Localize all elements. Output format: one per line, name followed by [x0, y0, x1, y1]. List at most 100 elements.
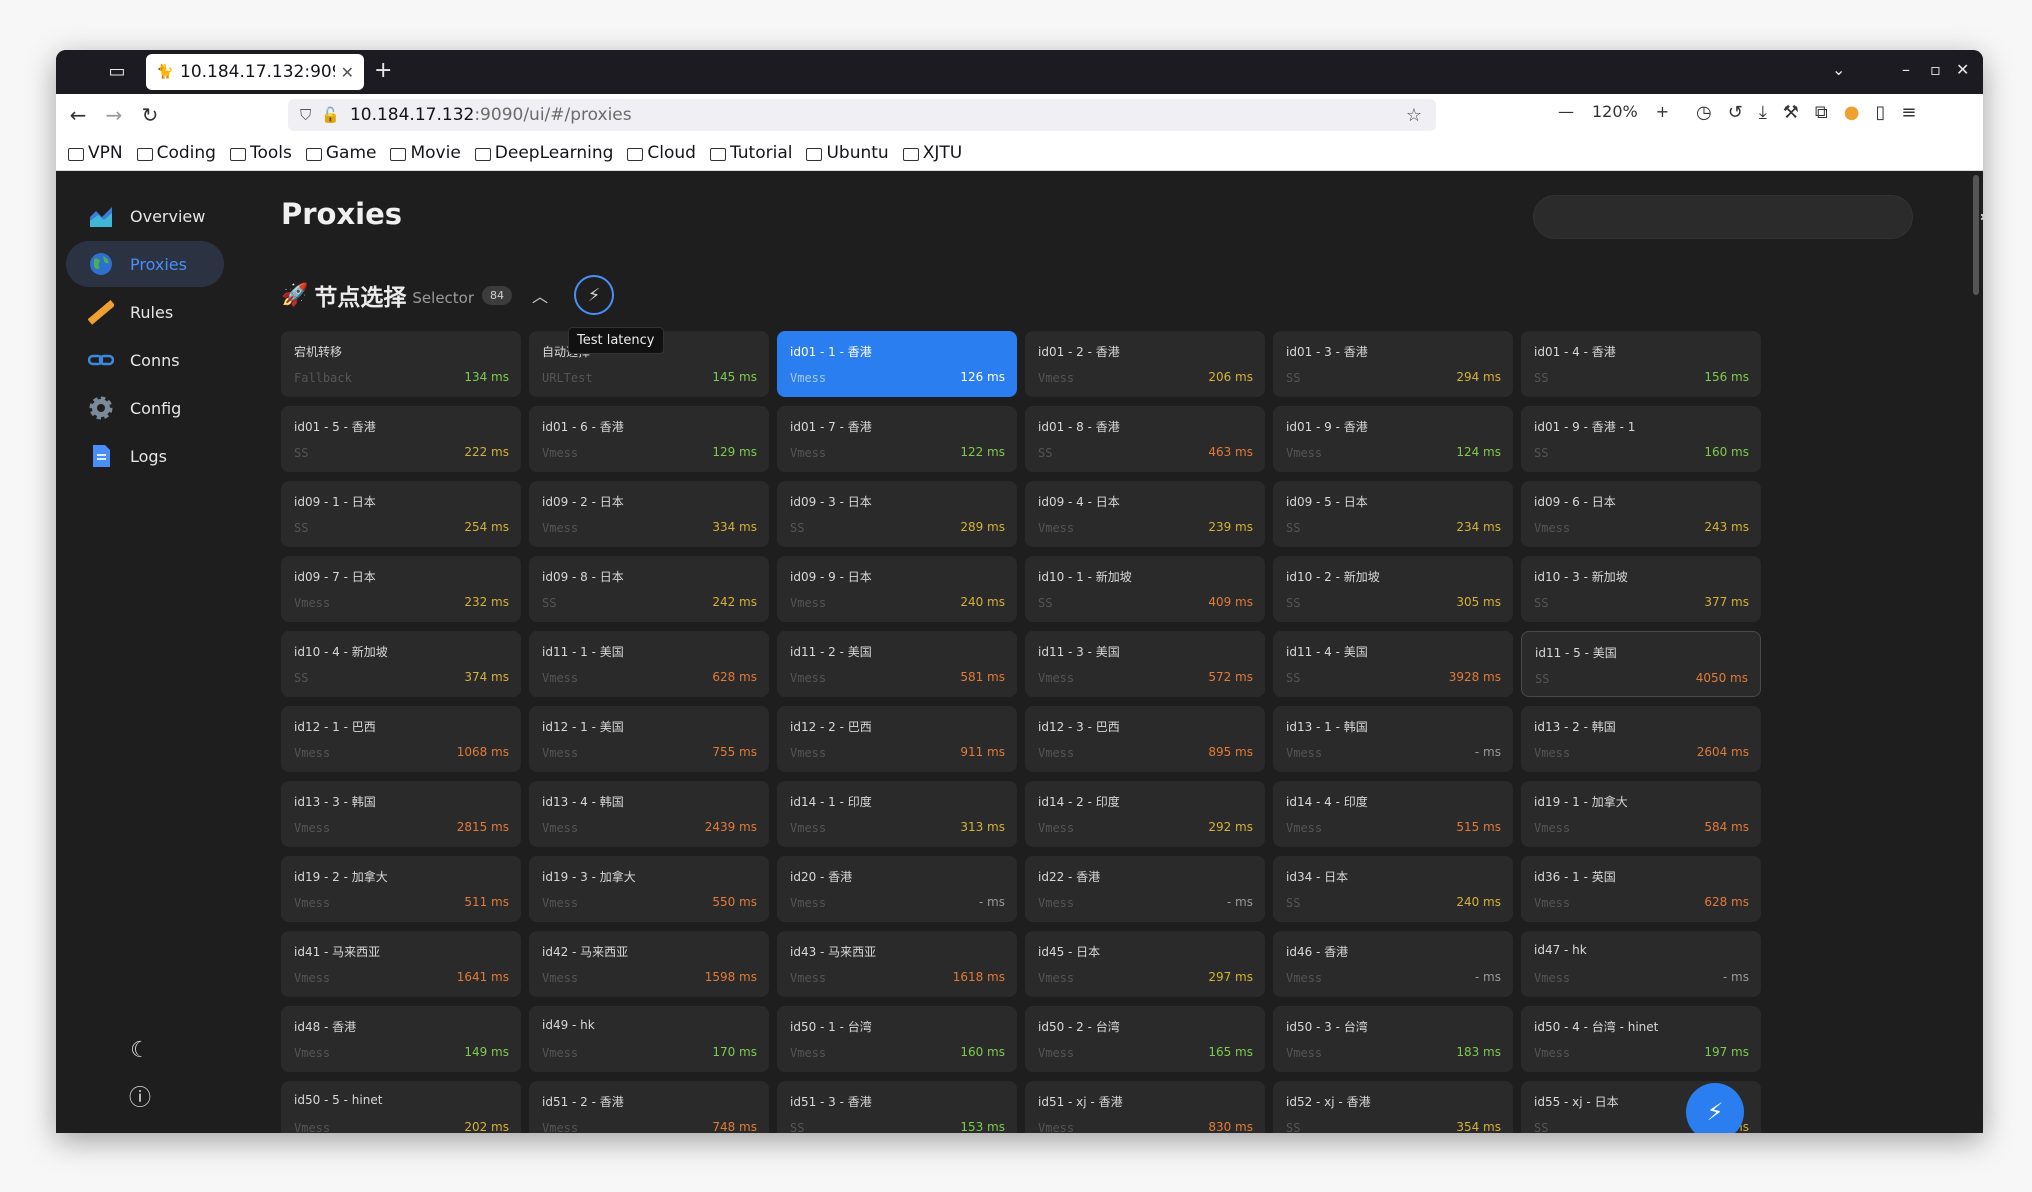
reload-icon[interactable]: ↻	[136, 101, 164, 129]
proxy-card[interactable]: id01 - 7 - 香港 Vmess 122 ms	[777, 406, 1017, 472]
proxy-card[interactable]: id41 - 马来西亚 Vmess 1641 ms	[281, 931, 521, 997]
back-icon[interactable]: ←	[64, 101, 92, 129]
proxy-card[interactable]: id14 - 4 - 印度 Vmess 515 ms	[1273, 781, 1513, 847]
proxy-card[interactable]: id09 - 5 - 日本 SS 234 ms	[1273, 481, 1513, 547]
reader-icon[interactable]: ▯	[1876, 102, 1886, 123]
proxy-card[interactable]: id51 - 2 - 香港 Vmess 748 ms	[529, 1081, 769, 1133]
about-info-icon[interactable]: ⓘ	[128, 1087, 152, 1111]
zoom-level[interactable]: 120%	[1592, 102, 1638, 121]
proxy-card[interactable]: id11 - 4 - 美国 SS 3928 ms	[1273, 631, 1513, 697]
proxy-card[interactable]: id11 - 5 - 美国 SS 4050 ms	[1521, 631, 1761, 697]
proxy-card[interactable]: id11 - 1 - 美国 Vmess 628 ms	[529, 631, 769, 697]
menu-icon[interactable]: ≡	[1901, 102, 1916, 123]
sidebar-item-proxies[interactable]: Proxies	[66, 241, 224, 287]
proxy-card[interactable]: 宕机转移 Fallback 134 ms	[281, 331, 521, 397]
browser-tab[interactable]: 🐈 10.184.17.132:9090 - y ✕	[146, 54, 364, 90]
proxy-card[interactable]: id09 - 7 - 日本 Vmess 232 ms	[281, 556, 521, 622]
proxy-card[interactable]: id01 - 9 - 香港 Vmess 124 ms	[1273, 406, 1513, 472]
proxy-card[interactable]: id48 - 香港 Vmess 149 ms	[281, 1006, 521, 1072]
proxy-card[interactable]: id10 - 3 - 新加坡 SS 377 ms	[1521, 556, 1761, 622]
test-latency-button[interactable]: ⚡	[574, 275, 615, 315]
tab-overflow-chevron-icon[interactable]: ⌄	[1832, 60, 1845, 79]
proxy-card[interactable]: id09 - 8 - 日本 SS 242 ms	[529, 556, 769, 622]
proxy-card[interactable]: id01 - 9 - 香港 - 1 SS 160 ms	[1521, 406, 1761, 472]
bookmark-folder[interactable]: Tutorial	[709, 143, 792, 163]
proxy-card[interactable]: id09 - 3 - 日本 SS 289 ms	[777, 481, 1017, 547]
shield-icon[interactable]: ⛉	[300, 106, 311, 124]
sidebar-item-conns[interactable]: Conns	[66, 337, 224, 383]
proxy-card[interactable]: id14 - 2 - 印度 Vmess 292 ms	[1025, 781, 1265, 847]
proxy-card[interactable]: id09 - 4 - 日本 Vmess 239 ms	[1025, 481, 1265, 547]
proxy-card[interactable]: id09 - 9 - 日本 Vmess 240 ms	[777, 556, 1017, 622]
bookmark-folder[interactable]: Movie	[390, 143, 461, 163]
proxy-card[interactable]: id09 - 2 - 日本 Vmess 334 ms	[529, 481, 769, 547]
history-icon[interactable]: ◷	[1696, 102, 1712, 123]
proxy-card[interactable]: id11 - 3 - 美国 Vmess 572 ms	[1025, 631, 1265, 697]
minimize-icon[interactable]: –	[1902, 60, 1910, 79]
proxy-card[interactable]: id34 - 日本 SS 240 ms	[1273, 856, 1513, 922]
bookmark-star-icon[interactable]: ☆	[1406, 105, 1422, 126]
proxy-card[interactable]: id47 - hk Vmess - ms	[1521, 931, 1761, 997]
proxy-card[interactable]: id01 - 3 - 香港 SS 294 ms	[1273, 331, 1513, 397]
close-tab-icon[interactable]: ✕	[341, 63, 354, 82]
proxy-card[interactable]: id50 - 3 - 台湾 Vmess 183 ms	[1273, 1006, 1513, 1072]
proxy-card[interactable]: id09 - 1 - 日本 SS 254 ms	[281, 481, 521, 547]
proxy-card[interactable]: id13 - 2 - 韩国 Vmess 2604 ms	[1521, 706, 1761, 772]
zoom-in-icon[interactable]: +	[1656, 102, 1669, 121]
proxy-card[interactable]: id49 - hk Vmess 170 ms	[529, 1006, 769, 1072]
tab-list-icon[interactable]: ▭	[102, 58, 132, 86]
proxy-card[interactable]: id50 - 5 - hinet Vmess 202 ms	[281, 1081, 521, 1133]
proxy-card[interactable]: id12 - 1 - 美国 Vmess 755 ms	[529, 706, 769, 772]
proxy-card[interactable]: id01 - 4 - 香港 SS 156 ms	[1521, 331, 1761, 397]
proxy-card[interactable]: id11 - 2 - 美国 Vmess 581 ms	[777, 631, 1017, 697]
sidebar-item-config[interactable]: Config	[66, 385, 224, 431]
url-bar[interactable]: ⛉ 🔓 10.184.17.132:9090/ui/#/proxies ☆	[288, 99, 1436, 131]
bookmark-folder[interactable]: DeepLearning	[474, 143, 613, 163]
settings-sliders-icon[interactable]: ⚙	[1979, 205, 1983, 229]
close-window-icon[interactable]: ✕	[1956, 60, 1969, 79]
bookmark-folder[interactable]: XJTU	[902, 143, 962, 163]
new-tab-icon[interactable]: +	[374, 58, 392, 83]
proxy-card[interactable]: id10 - 1 - 新加坡 SS 409 ms	[1025, 556, 1265, 622]
collapse-chevron-icon[interactable]: ︿	[532, 283, 548, 307]
proxy-card[interactable]: id19 - 3 - 加拿大 Vmess 550 ms	[529, 856, 769, 922]
proxy-extension-icon[interactable]: ⚒	[1783, 102, 1799, 123]
bookmark-folder[interactable]: Game	[305, 143, 376, 163]
proxy-card[interactable]: id52 - xj - 香港 SS 354 ms	[1273, 1081, 1513, 1133]
proxy-card[interactable]: id45 - 日本 Vmess 297 ms	[1025, 931, 1265, 997]
proxy-card[interactable]: id50 - 4 - 台湾 - hinet Vmess 197 ms	[1521, 1006, 1761, 1072]
proxy-card[interactable]: id01 - 1 - 香港 Vmess 126 ms	[777, 331, 1017, 397]
proxy-card[interactable]: id51 - 3 - 香港 SS 153 ms	[777, 1081, 1017, 1133]
proxy-card[interactable]: id13 - 3 - 韩国 Vmess 2815 ms	[281, 781, 521, 847]
insecure-lock-icon[interactable]: 🔓	[321, 106, 340, 124]
undo-history-icon[interactable]: ↺	[1728, 102, 1743, 123]
addon-icon[interactable]: ●	[1844, 102, 1860, 123]
proxy-card[interactable]: id12 - 1 - 巴西 Vmess 1068 ms	[281, 706, 521, 772]
proxy-card[interactable]: id13 - 4 - 韩国 Vmess 2439 ms	[529, 781, 769, 847]
bookmark-folder[interactable]: Coding	[136, 143, 216, 163]
proxy-card[interactable]: id10 - 4 - 新加坡 SS 374 ms	[281, 631, 521, 697]
sidebar-item-overview[interactable]: Overview	[66, 193, 224, 239]
search-input[interactable]	[1533, 195, 1913, 239]
test-all-latency-fab[interactable]: ⚡	[1686, 1083, 1744, 1133]
zoom-out-icon[interactable]: —	[1558, 102, 1574, 121]
proxy-card[interactable]: id12 - 2 - 巴西 Vmess 911 ms	[777, 706, 1017, 772]
sidebar-item-logs[interactable]: Logs	[66, 433, 224, 479]
proxy-card[interactable]: id51 - xj - 香港 Vmess 830 ms	[1025, 1081, 1265, 1133]
proxy-card[interactable]: id14 - 1 - 印度 Vmess 313 ms	[777, 781, 1017, 847]
download-icon[interactable]: ⤓	[1759, 102, 1767, 123]
extensions-icon[interactable]: ⧉	[1815, 102, 1828, 123]
proxy-card[interactable]: id13 - 1 - 韩国 Vmess - ms	[1273, 706, 1513, 772]
proxy-card[interactable]: id19 - 2 - 加拿大 Vmess 511 ms	[281, 856, 521, 922]
bookmark-folder[interactable]: Tools	[229, 143, 292, 163]
proxy-card[interactable]: id50 - 1 - 台湾 Vmess 160 ms	[777, 1006, 1017, 1072]
proxy-card[interactable]: id36 - 1 - 英国 Vmess 628 ms	[1521, 856, 1761, 922]
proxy-card[interactable]: id43 - 马来西亚 Vmess 1618 ms	[777, 931, 1017, 997]
proxy-card[interactable]: id42 - 马来西亚 Vmess 1598 ms	[529, 931, 769, 997]
proxy-card[interactable]: id12 - 3 - 巴西 Vmess 895 ms	[1025, 706, 1265, 772]
bookmark-folder[interactable]: Cloud	[627, 143, 696, 163]
bookmark-folder[interactable]: VPN	[68, 143, 123, 163]
proxy-card[interactable]: id09 - 6 - 日本 Vmess 243 ms	[1521, 481, 1761, 547]
bookmark-folder[interactable]: Ubuntu	[806, 143, 889, 163]
sidebar-item-rules[interactable]: Rules	[66, 289, 224, 335]
